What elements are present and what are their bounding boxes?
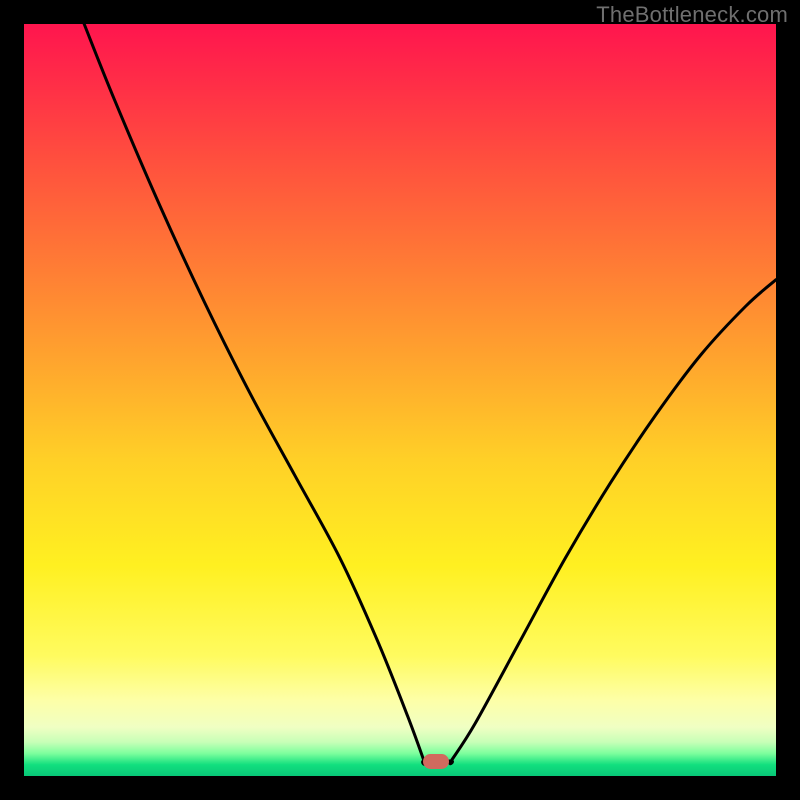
curve-path [84, 24, 776, 764]
plot-area [24, 24, 776, 776]
chart-stage: TheBottleneck.com [0, 0, 800, 800]
minimum-marker [423, 754, 449, 769]
watermark-text: TheBottleneck.com [596, 2, 788, 28]
bottleneck-curve [24, 24, 776, 776]
